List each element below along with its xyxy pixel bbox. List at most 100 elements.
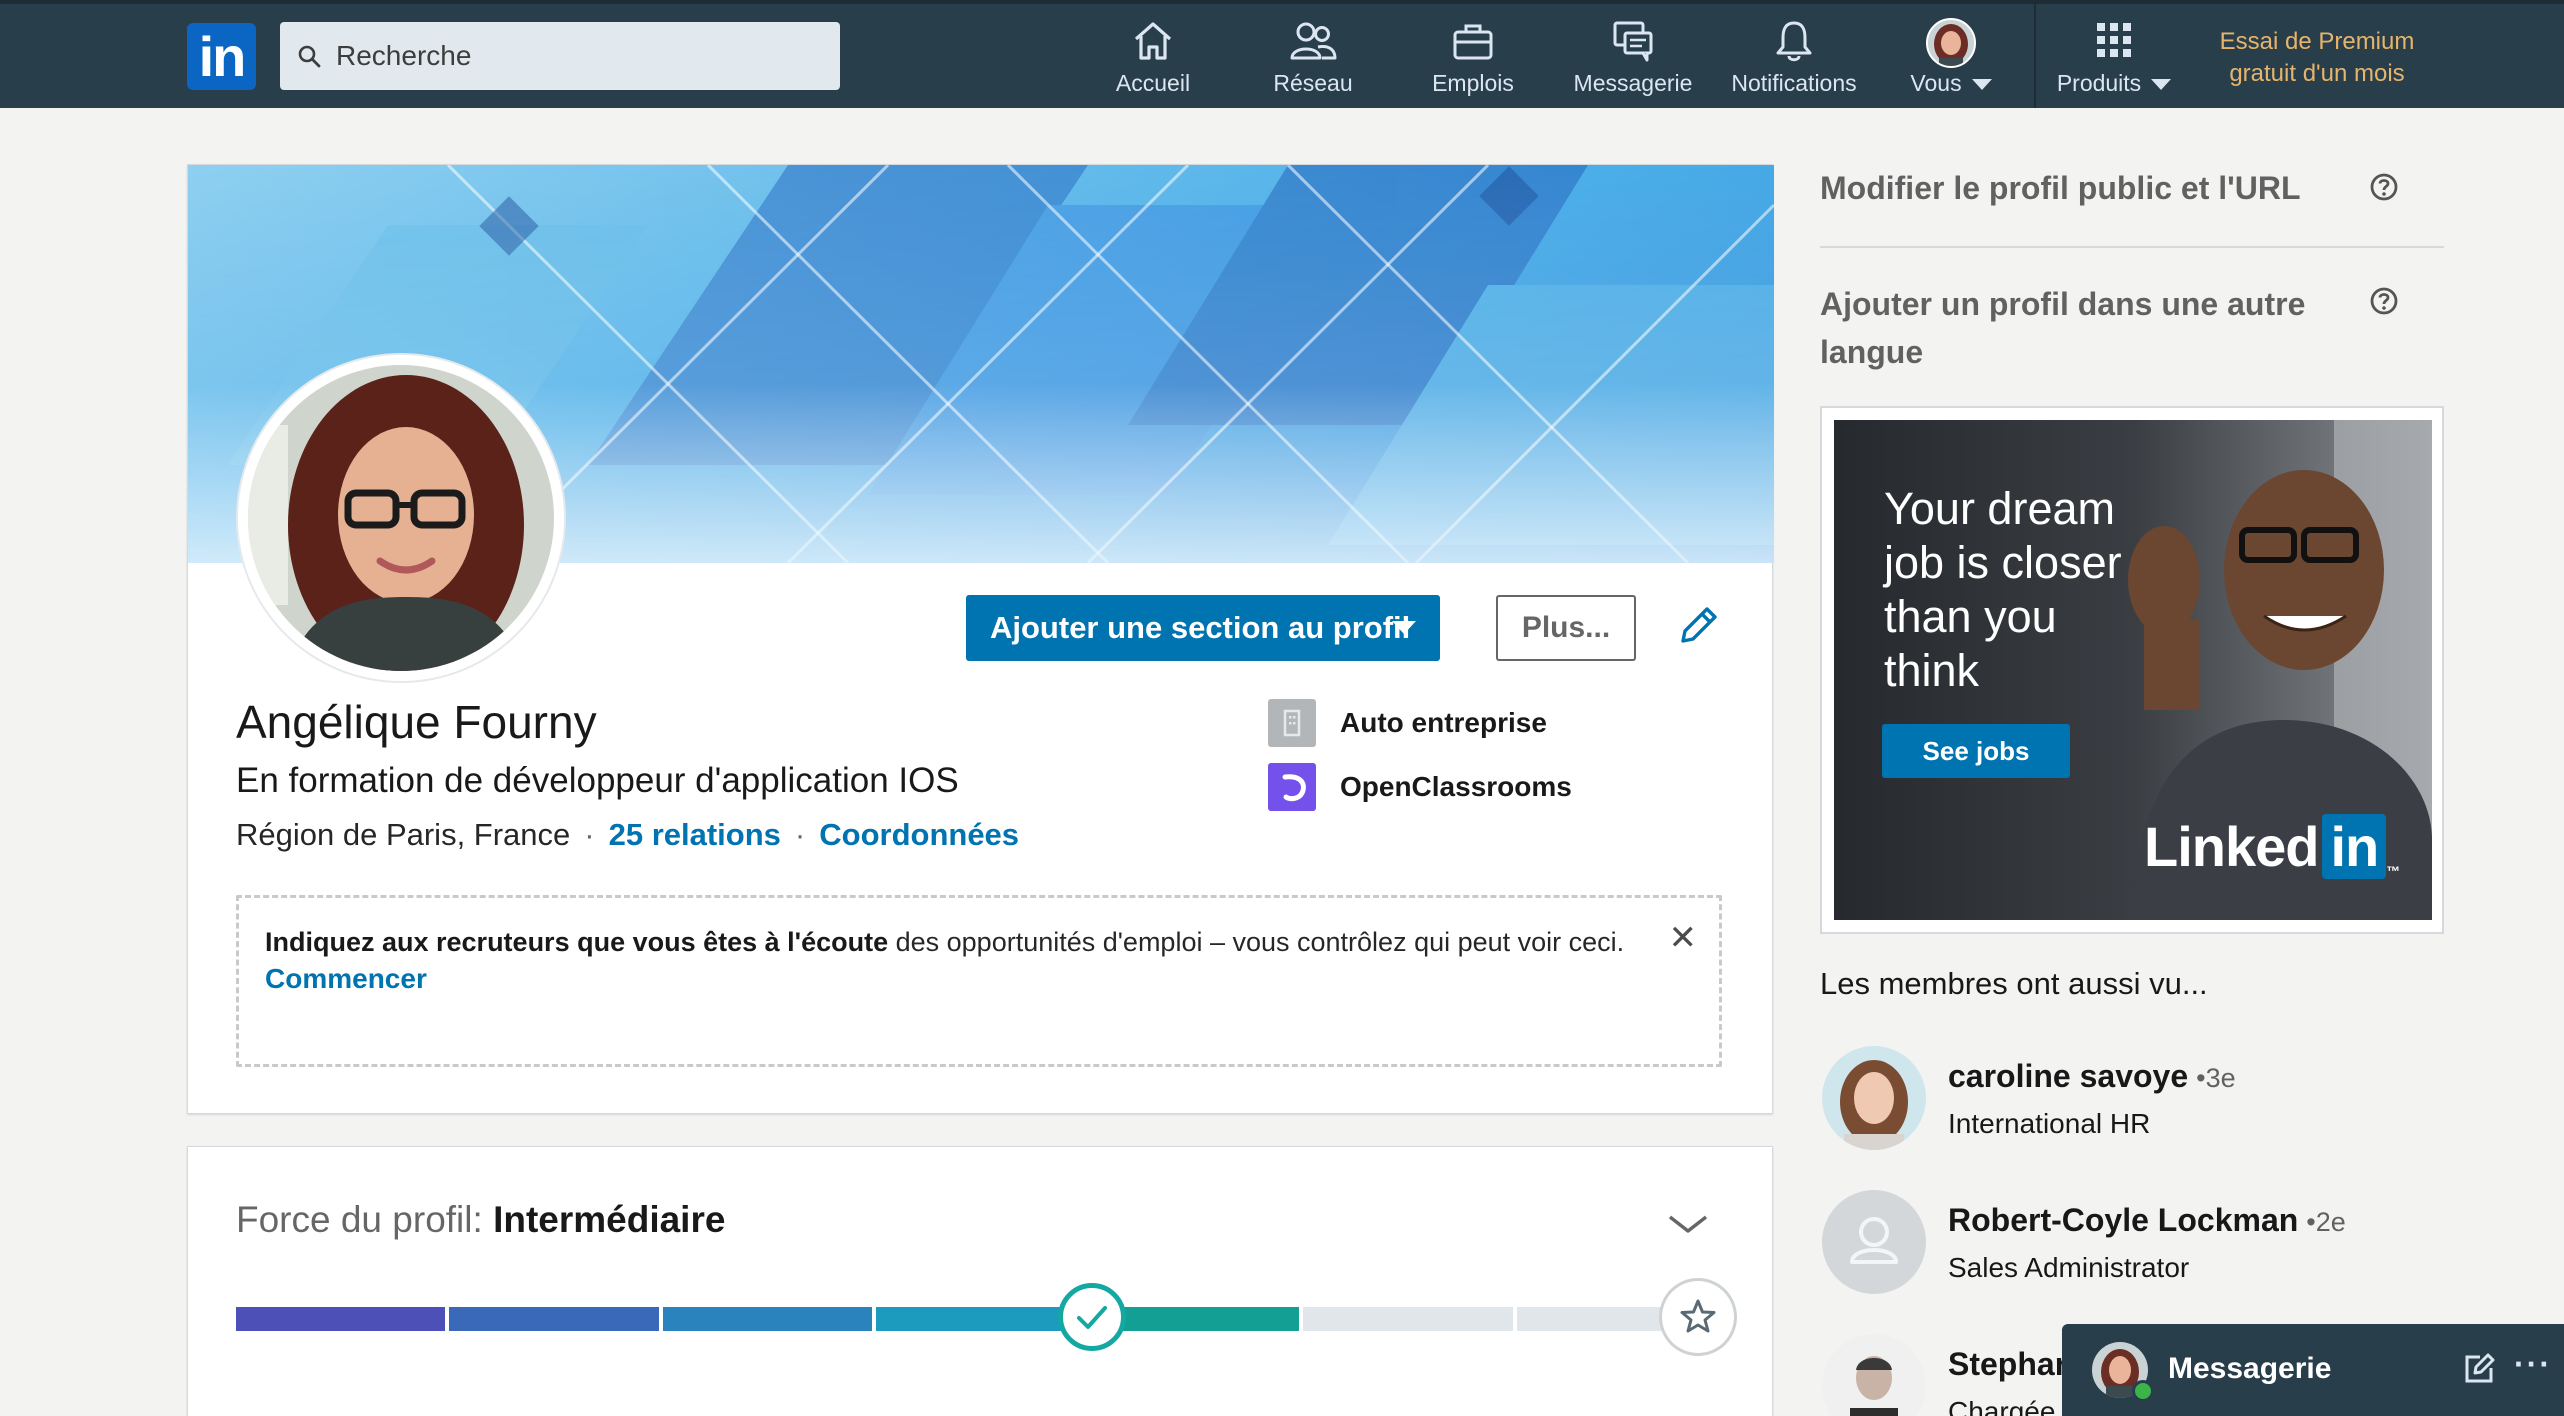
open-to-message: Indiquez aux recruteurs que vous êtes à …	[265, 924, 1639, 961]
people-also-viewed-title: Les membres ont aussi vu...	[1820, 966, 2208, 1001]
nav-jobs[interactable]: Emplois	[1420, 18, 1526, 102]
nav-top-line	[0, 0, 2564, 4]
messaging-dock[interactable]: Messagerie ···	[2062, 1324, 2564, 1416]
bell-icon	[1776, 21, 1812, 62]
current-level-check	[1058, 1283, 1126, 1351]
person-name[interactable]: Robert-Coyle Lockman •2e	[1948, 1202, 2346, 1239]
ad-image: Your dream job is closer than you think …	[1834, 420, 2432, 920]
see-jobs-button[interactable]: See jobs	[1882, 724, 2070, 778]
messaging-icon	[1613, 21, 1653, 62]
profile-strength-title: Force du profil: Intermédiaire	[236, 1199, 726, 1240]
experience-name: Auto entreprise	[1340, 707, 1547, 738]
advertisement[interactable]: Your dream job is closer than you think …	[1820, 406, 2444, 934]
experience-openclassrooms[interactable]: OpenClassrooms	[1268, 763, 1572, 811]
search-icon	[298, 45, 321, 68]
openclassrooms-logo-icon	[1268, 763, 1316, 811]
person-role: Chargée	[1948, 1396, 2056, 1416]
pencil-icon[interactable]	[1675, 603, 1721, 649]
open-to-bold: Indiquez aux recruteurs que vous êtes à …	[265, 927, 889, 957]
search-box[interactable]	[280, 22, 840, 90]
checkmark-icon	[1077, 1306, 1107, 1329]
briefcase-icon	[1453, 24, 1493, 60]
messaging-dock-title: Messagerie	[2168, 1352, 2332, 1385]
person-name[interactable]: caroline savoye •3e	[1948, 1058, 2236, 1095]
strength-segment	[662, 1307, 873, 1331]
avatar	[1926, 18, 1976, 68]
open-to-rest: des opportunités d'emploi – vous contrôl…	[888, 927, 1625, 957]
profile-headline: En formation de développeur d'applicatio…	[236, 761, 959, 800]
add-profile-section-button[interactable]: Ajouter une section au profil	[966, 595, 1440, 661]
nav-products-label: Produits	[2044, 70, 2184, 97]
compose-icon[interactable]	[2462, 1352, 2496, 1386]
profile-location-row: Région de Paris, France · 25 relations · Coo…	[236, 817, 1019, 853]
profile-strength-level: Intermédiaire	[493, 1199, 726, 1240]
profile-top-card: Ajouter une section au profil Plus... An…	[187, 164, 1774, 1114]
avatar	[1822, 1334, 1926, 1416]
nav-me[interactable]: Vous	[1898, 18, 2004, 102]
add-language-line-1: Ajouter un profil dans une autre	[1820, 286, 2306, 322]
experience-auto-entreprise[interactable]: Auto entreprise	[1268, 699, 1547, 747]
online-status-indicator	[2132, 1380, 2154, 1402]
grid-icon	[2097, 23, 2131, 57]
connections-link[interactable]: 25 relations	[609, 817, 781, 852]
profile-location: Région de Paris, France	[236, 817, 571, 852]
close-icon[interactable]: ✕	[1669, 918, 1698, 958]
profile-photo-image	[248, 365, 554, 671]
separator-dot: ·	[584, 817, 595, 852]
chevron-down-icon	[2151, 79, 2172, 91]
nav-notifications[interactable]: Notifications	[1718, 18, 1870, 102]
nav-home[interactable]: Accueil	[1100, 18, 1206, 102]
strength-segment	[449, 1307, 659, 1331]
chevron-down-icon[interactable]	[1666, 1211, 1710, 1237]
profile-photo[interactable]	[238, 355, 564, 681]
nav-messaging-label: Messagerie	[1573, 70, 1693, 96]
star-icon	[1680, 1299, 1716, 1333]
profile-strength-card: Force du profil: Intermédiaire	[187, 1146, 1773, 1416]
person-role: International HR	[1948, 1108, 2151, 1139]
global-nav: in Accueil Réseau Emplois	[0, 0, 2564, 108]
chevron-down-icon	[1971, 79, 1992, 91]
connection-degree: •3e	[2196, 1063, 2236, 1093]
search-input[interactable]	[336, 22, 816, 90]
premium-trial-link[interactable]: Essai de Premium gratuit d'un mois	[2192, 26, 2442, 90]
edit-public-profile-link[interactable]: Modifier le profil public et l'URL	[1820, 164, 2301, 212]
nav-network[interactable]: Réseau	[1263, 18, 1363, 102]
avatar-placeholder	[1822, 1190, 1926, 1294]
person-role: Sales Administrator	[1948, 1252, 2190, 1283]
add-language-line-2: langue	[1820, 334, 1924, 370]
nav-me-label: Vous	[1898, 70, 2004, 97]
linkedin-logo[interactable]: in	[187, 23, 256, 90]
nav-products[interactable]: Produits	[2044, 18, 2184, 102]
more-options-icon[interactable]: ···	[2514, 1346, 2552, 1383]
people-icon	[1290, 22, 1337, 60]
get-started-link[interactable]: Commencer	[265, 963, 427, 995]
list-item[interactable]: caroline savoye •3e International HR	[1820, 1046, 2444, 1156]
company-placeholder-icon	[1268, 699, 1316, 747]
nav-home-label: Accueil	[1115, 70, 1191, 96]
contact-info-link[interactable]: Coordonnées	[819, 817, 1019, 852]
premium-line-1: Essai de Premium	[2219, 28, 2415, 55]
profile-strength-meter	[236, 1307, 1726, 1331]
separator-dot: ·	[794, 817, 806, 852]
strength-segment	[236, 1307, 446, 1331]
nav-notifications-label: Notifications	[1731, 70, 1857, 96]
premium-line-2: gratuit d'un mois	[2229, 60, 2405, 87]
add-language-profile-link[interactable]: Ajouter un profil dans une autre langue	[1820, 280, 2305, 376]
nav-divider	[2034, 4, 2036, 108]
list-item[interactable]: Robert-Coyle Lockman •2e Sales Administra…	[1820, 1190, 2444, 1300]
nav-jobs-label: Emplois	[1432, 70, 1514, 96]
home-icon	[1134, 22, 1172, 60]
strength-segment	[1303, 1307, 1513, 1331]
all-star-goal	[1662, 1281, 1734, 1353]
nav-network-label: Réseau	[1273, 70, 1353, 96]
help-icon[interactable]	[2369, 172, 2399, 202]
nav-messaging[interactable]: Messagerie	[1566, 18, 1700, 102]
more-button[interactable]: Plus...	[1496, 595, 1636, 661]
add-profile-section-label: Ajouter une section au profil	[990, 610, 1411, 645]
experience-name: OpenClassrooms	[1340, 771, 1572, 802]
help-icon[interactable]	[2369, 286, 2399, 316]
profile-name: Angélique Fourny	[236, 696, 597, 748]
caret-down-icon	[1392, 621, 1416, 634]
person-name[interactable]: Stephar	[1948, 1346, 2067, 1383]
strength-segment	[876, 1307, 1086, 1331]
